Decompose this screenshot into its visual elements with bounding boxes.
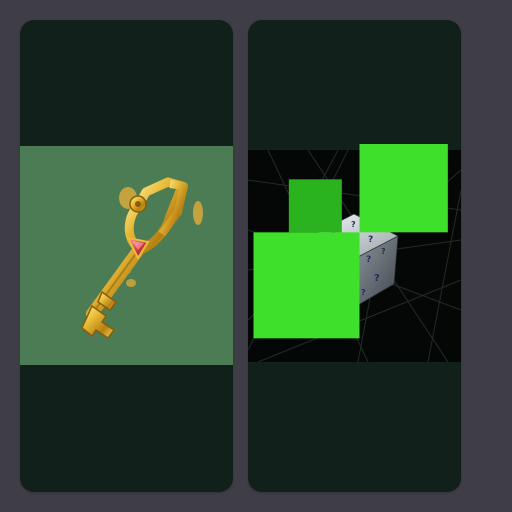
card-gallery: ? ? ? ? ? ? ? ? ? ? ? ?	[0, 0, 512, 512]
cube-artwork: ? ? ? ? ? ? ? ? ? ? ? ?	[248, 144, 461, 362]
cube-card[interactable]: ? ? ? ? ? ? ? ? ? ? ? ?	[248, 20, 461, 492]
key-card[interactable]	[20, 20, 233, 492]
golden-key-icon	[81, 177, 203, 340]
key-artwork	[20, 146, 233, 365]
green-pixel-badge-icon	[253, 144, 448, 339]
